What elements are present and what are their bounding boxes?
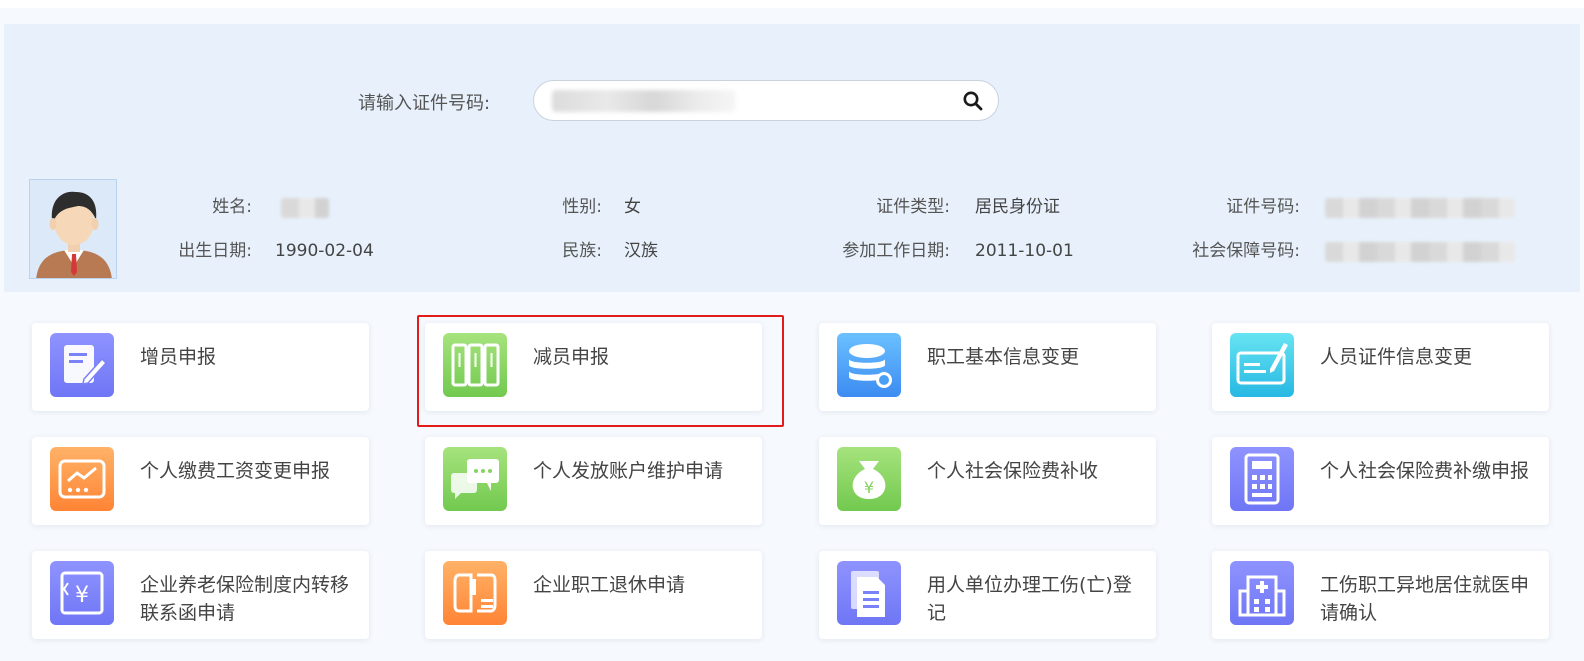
retire-icon bbox=[443, 561, 507, 625]
service-card-pension-transfer[interactable]: ¥ 企业养老保险制度内转移联系函申请 bbox=[32, 551, 369, 639]
svg-text:¥: ¥ bbox=[75, 583, 89, 608]
hospital-icon bbox=[1230, 561, 1294, 625]
search-label: 请输入证件号码: bbox=[358, 93, 491, 114]
id-number-label: 证件号码: bbox=[1226, 197, 1300, 217]
birth-date-value: 1990-02-04 bbox=[275, 241, 374, 261]
name-label: 姓名: bbox=[212, 197, 252, 217]
redacted-name bbox=[281, 198, 329, 218]
svg-text:¥: ¥ bbox=[864, 478, 874, 497]
service-label: 工伤职工异地居住就医申请确认 bbox=[1320, 574, 1530, 624]
service-label: 个人发放账户维护申请 bbox=[533, 460, 724, 482]
gender-label: 性别: bbox=[562, 197, 602, 217]
database-icon bbox=[837, 333, 901, 397]
service-label: 减员申报 bbox=[533, 346, 610, 368]
gender-value: 女 bbox=[624, 197, 641, 217]
service-label: 企业养老保险制度内转移联系函申请 bbox=[140, 574, 350, 624]
work-start-label: 参加工作日期: bbox=[842, 241, 950, 261]
money-bag-icon: ¥ bbox=[837, 447, 901, 511]
avatar bbox=[29, 179, 117, 279]
documents-icon bbox=[837, 561, 901, 625]
edit-document-icon bbox=[50, 333, 114, 397]
service-card-id-info-change[interactable]: 人员证件信息变更 bbox=[1212, 323, 1549, 411]
service-label: 企业职工退休申请 bbox=[533, 574, 686, 596]
chart-card-icon bbox=[50, 447, 114, 511]
service-label: 个人社会保险费补收 bbox=[927, 460, 1099, 482]
redacted-id-mask bbox=[552, 90, 736, 112]
calculator-icon bbox=[1230, 447, 1294, 511]
service-card-basic-info-change[interactable]: 职工基本信息变更 bbox=[819, 323, 1156, 411]
service-card-premium-collection[interactable]: ¥ 个人社会保险费补收 bbox=[819, 437, 1156, 525]
service-card-premium-payment[interactable]: 个人社会保险费补缴申报 bbox=[1212, 437, 1549, 525]
yuan-transfer-icon: ¥ bbox=[50, 561, 114, 625]
service-label: 个人社会保险费补缴申报 bbox=[1320, 460, 1530, 482]
chat-bubbles-icon bbox=[443, 447, 507, 511]
service-card-reduce-staff[interactable]: 减员申报 bbox=[425, 323, 762, 411]
service-card-wage-change[interactable]: 个人缴费工资变更申报 bbox=[32, 437, 369, 525]
redacted-social-security bbox=[1325, 242, 1515, 262]
id-search-box[interactable] bbox=[533, 80, 999, 121]
signing-card-icon bbox=[1230, 333, 1294, 397]
ethnicity-value: 汉族 bbox=[624, 241, 658, 261]
service-label: 职工基本信息变更 bbox=[927, 346, 1080, 368]
service-label: 个人缴费工资变更申报 bbox=[140, 460, 331, 482]
service-card-remote-medical[interactable]: 工伤职工异地居住就医申请确认 bbox=[1212, 551, 1549, 639]
search-icon[interactable] bbox=[962, 90, 984, 112]
service-label: 用人单位办理工伤(亡)登记 bbox=[927, 574, 1132, 624]
top-strip bbox=[0, 0, 1584, 8]
service-card-account-maintenance[interactable]: 个人发放账户维护申请 bbox=[425, 437, 762, 525]
binders-icon bbox=[443, 333, 507, 397]
ethnicity-label: 民族: bbox=[562, 241, 602, 261]
work-start-value: 2011-10-01 bbox=[975, 241, 1074, 261]
birth-date-label: 出生日期: bbox=[178, 241, 252, 261]
service-card-add-staff[interactable]: 增员申报 bbox=[32, 323, 369, 411]
id-type-value: 居民身份证 bbox=[975, 197, 1060, 217]
service-card-injury-registration[interactable]: 用人单位办理工伤(亡)登记 bbox=[819, 551, 1156, 639]
service-card-retirement[interactable]: 企业职工退休申请 bbox=[425, 551, 762, 639]
social-security-label: 社会保障号码: bbox=[1192, 241, 1300, 261]
redacted-id-number bbox=[1325, 198, 1515, 218]
service-label: 增员申报 bbox=[140, 346, 217, 368]
service-label: 人员证件信息变更 bbox=[1320, 346, 1473, 368]
id-type-label: 证件类型: bbox=[876, 197, 950, 217]
